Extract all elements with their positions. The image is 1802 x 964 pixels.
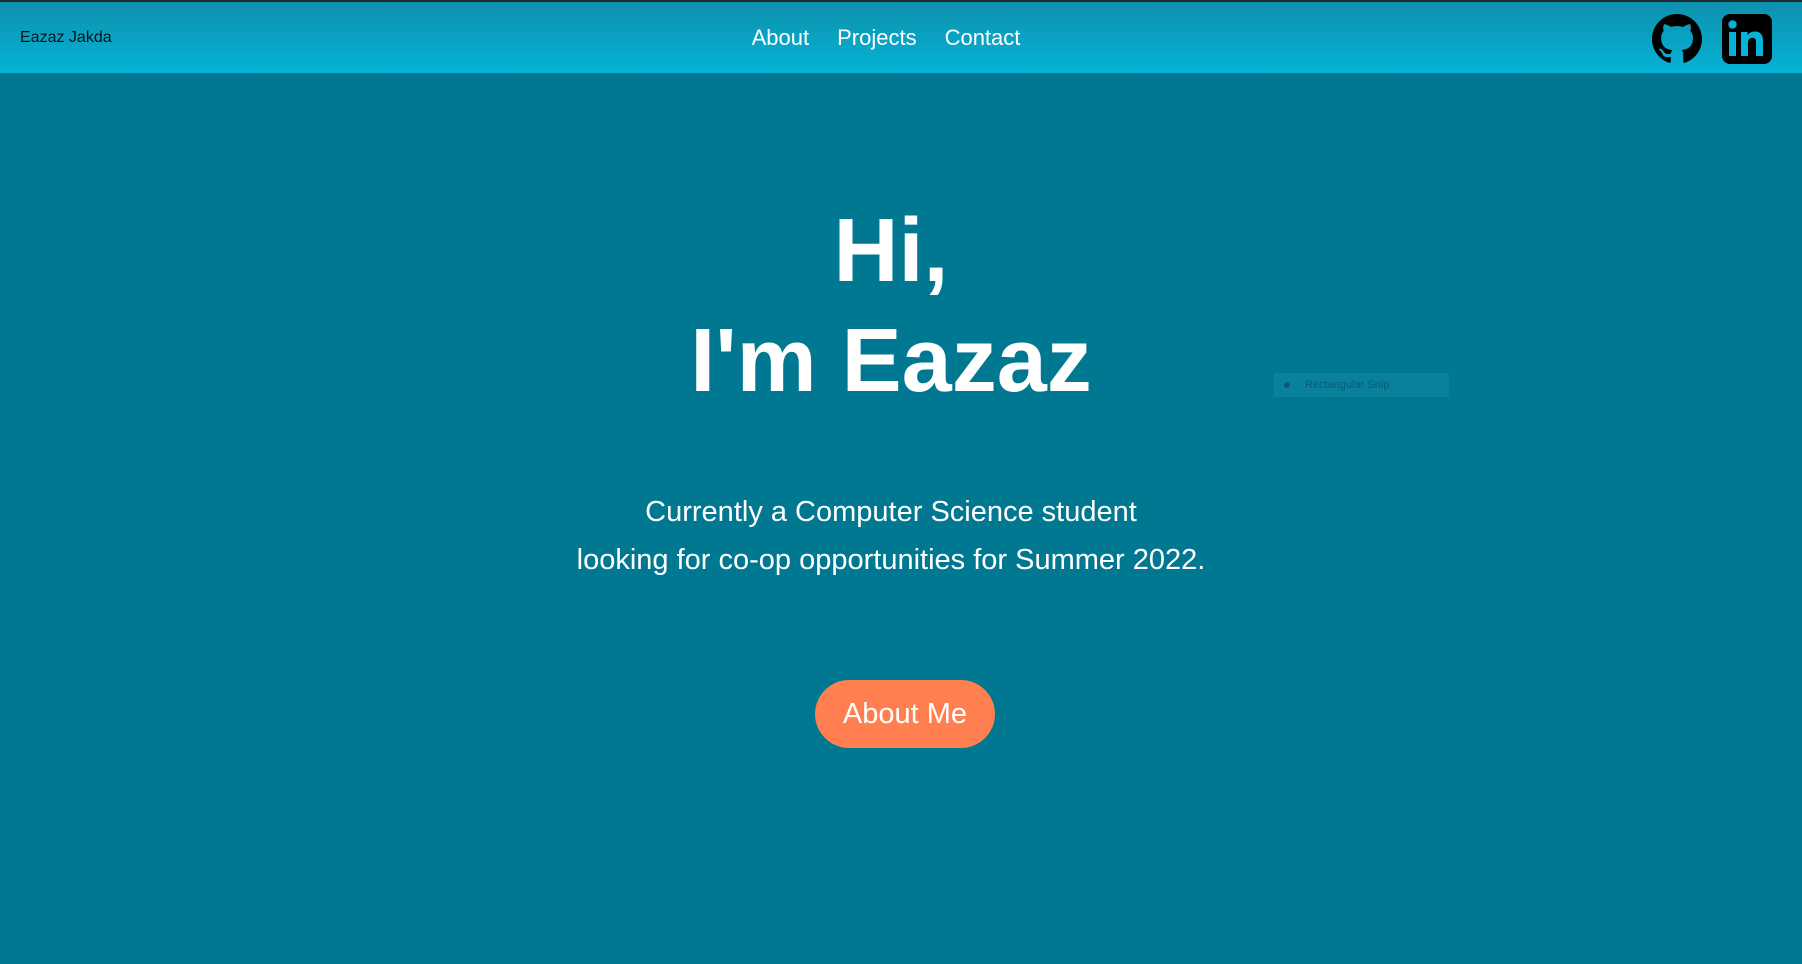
linkedin-icon[interactable] <box>1722 14 1772 64</box>
nav-link-projects[interactable]: Projects <box>837 25 916 51</box>
hero-heading: Hi, I'm Eazaz <box>0 196 1792 416</box>
site-header: Eazaz Jakda About Projects Contact <box>0 0 1802 73</box>
github-icon[interactable] <box>1652 14 1702 64</box>
snip-dot-icon <box>1284 382 1290 388</box>
main-nav: About Projects Contact <box>0 25 1787 51</box>
greeting-line-1: Hi, <box>833 201 949 301</box>
snip-tooltip: Rectangular Snip <box>1274 373 1449 397</box>
subtitle-line-1: Currently a Computer Science student <box>645 496 1137 528</box>
nav-link-about[interactable]: About <box>752 25 810 51</box>
nav-link-contact[interactable]: Contact <box>945 25 1021 51</box>
subtitle-line-2: looking for co-op opportunities for Summ… <box>576 544 1206 576</box>
snip-label: Rectangular Snip <box>1305 379 1390 391</box>
greeting-line-2: I'm Eazaz <box>690 311 1092 411</box>
social-links <box>1652 14 1772 64</box>
about-me-button[interactable]: About Me <box>815 680 995 748</box>
hero-subtitle: Currently a Computer Science student loo… <box>0 488 1792 584</box>
